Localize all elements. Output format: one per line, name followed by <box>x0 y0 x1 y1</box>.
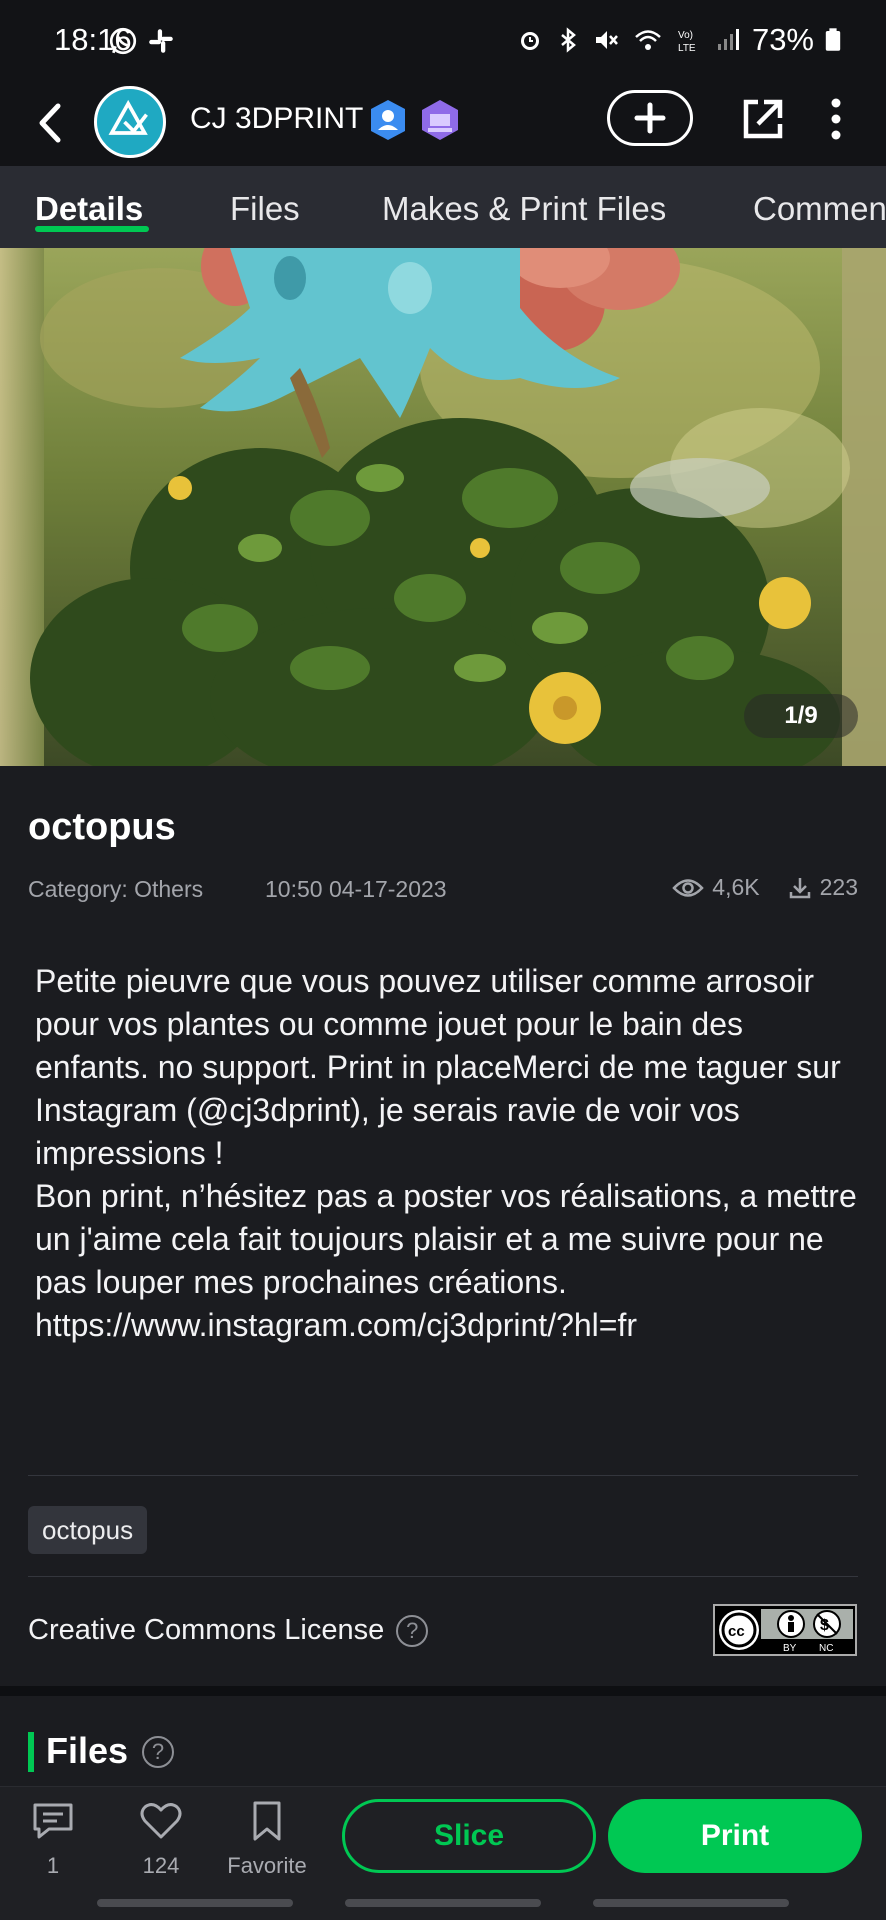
wifi-icon <box>635 30 661 50</box>
model-category: Category: Others <box>28 876 204 902</box>
share-icon[interactable] <box>738 94 788 144</box>
tab-makes-print-files[interactable]: Makes & Print Files <box>382 190 666 228</box>
back-arrow-icon[interactable] <box>30 98 70 148</box>
battery-percent: 73% <box>751 22 814 57</box>
files-help-icon[interactable]: ? <box>142 1736 174 1768</box>
model-image-gallery[interactable] <box>0 248 886 766</box>
print-button[interactable]: Print <box>608 1799 862 1873</box>
model-description: Petite pieuvre que vous pouvez utiliser … <box>35 963 857 1343</box>
files-section-header: Files ? <box>0 1696 886 1786</box>
tab-details[interactable]: Details <box>35 190 143 228</box>
svg-text:cc: cc <box>728 1623 745 1640</box>
divider <box>28 1475 858 1476</box>
whatsapp-icon <box>109 27 137 55</box>
cc-by-nc-icon: cc $ BY NC <box>715 1606 855 1654</box>
plus-icon <box>634 102 666 134</box>
views-count: 4,6K <box>712 874 760 900</box>
like-button[interactable]: 124 <box>116 1801 206 1879</box>
cc-license-badge[interactable]: cc $ BY NC <box>713 1604 857 1656</box>
model-stats: 4,6K 223 <box>672 874 858 901</box>
octopus-photo <box>0 248 886 766</box>
svg-text:Vo): Vo) <box>678 30 693 41</box>
level-badge-icon[interactable] <box>418 98 462 142</box>
favorite-button[interactable]: Favorite <box>222 1801 312 1879</box>
status-bar: 18:16 Vo) LTE 73% <box>0 0 886 80</box>
tab-comments[interactable]: Commen <box>753 190 886 228</box>
app-header: CJ 3DPRINT <box>0 80 886 166</box>
eye-icon <box>672 878 705 897</box>
model-title: octopus <box>28 806 176 848</box>
slack-icon <box>149 29 173 53</box>
gesture-bar <box>593 1899 789 1907</box>
cc-by-label: BY <box>783 1643 797 1654</box>
heart-icon <box>140 1803 182 1839</box>
svg-text:LTE: LTE <box>678 43 696 54</box>
system-status: Vo) LTE 73% <box>516 22 842 58</box>
bookmark-icon <box>253 1801 281 1841</box>
avatar-logo-icon <box>108 99 148 135</box>
files-section-title: Files <box>46 1730 129 1771</box>
bluetooth-icon <box>561 27 576 53</box>
section-separator <box>0 1686 886 1696</box>
add-button[interactable] <box>607 90 693 146</box>
divider <box>28 1576 858 1577</box>
mute-icon <box>595 31 618 49</box>
comments-button[interactable]: 1 <box>8 1801 98 1879</box>
verified-creator-badge-icon[interactable] <box>368 98 408 142</box>
gesture-bar <box>345 1899 541 1907</box>
license-row: Creative Commons License ? <box>28 1614 429 1647</box>
tab-active-indicator <box>35 226 149 232</box>
alarm-icon <box>520 32 539 50</box>
volte-icon: Vo) LTE <box>678 30 696 54</box>
tab-files[interactable]: Files <box>230 190 300 228</box>
download-icon <box>789 877 810 898</box>
comments-count: 1 <box>46 1853 60 1878</box>
notification-icons <box>108 26 176 56</box>
bottom-action-bar: 1 124 Favorite Slice Print <box>0 1786 886 1920</box>
cc-nc-label: NC <box>819 1643 833 1654</box>
author-avatar[interactable] <box>94 86 166 158</box>
gesture-bar <box>97 1899 293 1907</box>
likes-count: 124 <box>142 1853 180 1878</box>
author-name[interactable]: CJ 3DPRINT <box>190 102 363 136</box>
signal-icon <box>717 29 739 50</box>
comment-icon <box>33 1803 73 1839</box>
downloads-count: 223 <box>819 874 858 900</box>
more-options-icon[interactable] <box>826 96 846 142</box>
slice-button[interactable]: Slice <box>342 1799 596 1873</box>
model-details: octopus Category: Others 10:50 04-17-202… <box>0 766 886 1686</box>
tab-bar: Details Files Makes & Print Files Commen <box>0 166 886 248</box>
image-counter: 1/9 <box>744 694 858 738</box>
model-timestamp: 10:50 04-17-2023 <box>265 876 447 902</box>
tag-chip[interactable]: octopus <box>28 1506 148 1554</box>
license-label: Creative Commons License <box>28 1614 385 1646</box>
favorite-label: Favorite <box>227 1853 307 1878</box>
help-icon[interactable]: ? <box>396 1614 429 1647</box>
section-accent-bar <box>28 1732 34 1772</box>
battery-icon <box>825 28 841 51</box>
